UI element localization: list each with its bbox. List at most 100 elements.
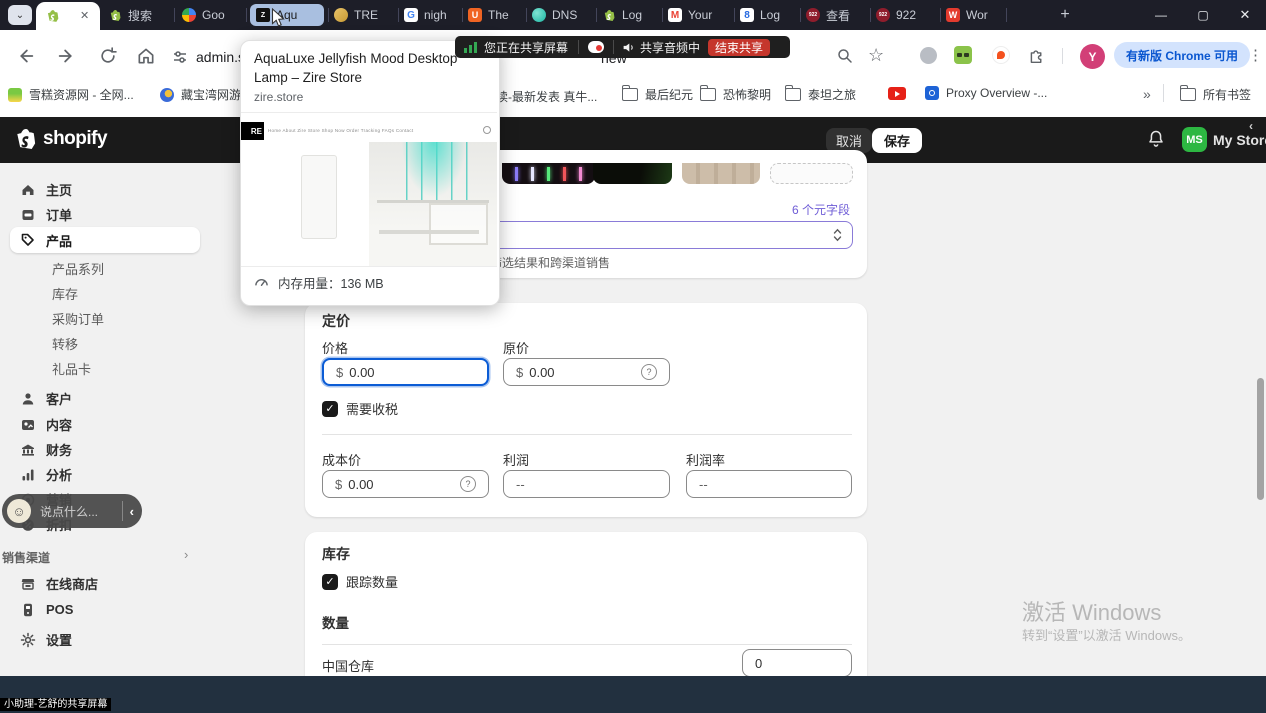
- close-tab-icon[interactable]: ✕: [80, 9, 89, 22]
- tab-shopify-search[interactable]: 搜索: [108, 0, 170, 30]
- sidebar-item-home[interactable]: 主页: [10, 177, 200, 202]
- sidebar-item-customers[interactable]: 客户: [10, 386, 200, 411]
- track-quantity-row[interactable]: ✓ 跟踪数量: [322, 572, 398, 591]
- profit-field[interactable]: --: [503, 470, 670, 498]
- price-input[interactable]: $ 0.00: [322, 358, 489, 386]
- sidebar-item-pos[interactable]: POS: [10, 597, 200, 622]
- compare-price-input[interactable]: $ 0.00 ?: [503, 358, 670, 386]
- cost-input[interactable]: $ 0.00 ?: [322, 470, 489, 498]
- charge-tax-checkbox[interactable]: ✓: [322, 401, 338, 417]
- help-icon[interactable]: ?: [460, 476, 476, 492]
- sidebar-item-collections[interactable]: 产品系列: [10, 256, 200, 280]
- home-icon[interactable]: [136, 46, 156, 66]
- bookmark-folder[interactable]: 恐怖黎明: [700, 86, 771, 103]
- track-quantity-checkbox[interactable]: ✓: [322, 574, 338, 590]
- metafields-link[interactable]: 6 个元字段: [792, 201, 850, 218]
- channels-chevron-icon[interactable]: ›: [184, 547, 188, 562]
- notifications-bell-icon[interactable]: [1146, 129, 1166, 149]
- sidebar-item-settings[interactable]: 设置: [10, 627, 200, 652]
- youtube-icon[interactable]: [888, 87, 906, 100]
- price-label: 价格: [322, 338, 348, 357]
- colorful-favicon-icon: [182, 8, 196, 22]
- bookmark-item[interactable]: 藏宝湾网游: [160, 86, 241, 103]
- search-icon[interactable]: [836, 47, 854, 65]
- window-minimize-button[interactable]: —: [1140, 0, 1182, 30]
- store-avatar[interactable]: MS: [1182, 127, 1207, 152]
- sidebar-item-content[interactable]: 内容: [10, 412, 200, 437]
- vertical-scrollbar-thumb[interactable]: [1257, 378, 1264, 500]
- charge-tax-row[interactable]: ✓ 需要收税: [322, 399, 398, 418]
- help-icon[interactable]: ?: [641, 364, 657, 380]
- browser-menu-kebab-icon[interactable]: ⋮: [1248, 46, 1263, 64]
- quantity-input[interactable]: 0: [742, 649, 852, 677]
- site-info-tune-icon[interactable]: [172, 49, 188, 65]
- bookmark-star-icon[interactable]: ☆: [868, 45, 884, 66]
- forward-icon[interactable]: [56, 45, 78, 67]
- active-tab[interactable]: ✕: [36, 2, 100, 30]
- shopify-logo[interactable]: shopify: [14, 127, 107, 151]
- tab-922[interactable]: 922 922: [876, 0, 936, 30]
- tab-zire-hovered[interactable]: Z Aqu: [250, 4, 324, 26]
- tab-google[interactable]: Goo: [182, 0, 242, 30]
- tab-trendsi[interactable]: TRE: [334, 0, 394, 30]
- sidebar-item-products-active[interactable]: 产品: [10, 227, 200, 253]
- extension-orange-icon[interactable]: [992, 46, 1010, 64]
- tab-label: 查看: [826, 7, 850, 24]
- sidebar-item-transfers[interactable]: 转移: [10, 331, 200, 355]
- tab-list-chevron-button[interactable]: ⌄: [8, 5, 32, 25]
- mouse-cursor: [271, 8, 286, 29]
- select-updown-chevron-icon: [833, 227, 842, 243]
- sidebar-item-gift-cards[interactable]: 礼品卡: [10, 356, 200, 380]
- tab-logo[interactable]: 8 Log: [740, 0, 796, 30]
- chat-collapse-chevron-icon[interactable]: ‹: [130, 504, 134, 519]
- sidebar-item-analytics[interactable]: 分析: [10, 462, 200, 487]
- bookmark-item[interactable]: 雪糕资源网 - 全网...: [8, 86, 134, 103]
- media-thumbnail-beige[interactable]: [682, 163, 760, 184]
- store-name[interactable]: My Store: [1213, 132, 1266, 148]
- bookmarks-overflow-chevron[interactable]: »: [1143, 86, 1151, 102]
- bookmark-folder[interactable]: 泰坦之旅: [785, 86, 856, 103]
- margin-field[interactable]: --: [686, 470, 852, 498]
- window-close-button[interactable]: ✕: [1224, 0, 1266, 30]
- extensions-puzzle-icon[interactable]: [1028, 47, 1045, 64]
- all-bookmarks-folder[interactable]: 所有书签: [1180, 86, 1251, 103]
- tab-label: Your: [688, 8, 712, 22]
- extension-glasses-icon[interactable]: [954, 46, 972, 64]
- tab-the[interactable]: U The: [468, 0, 524, 30]
- bookmark-item[interactable]: Proxy Overview -...: [925, 86, 1047, 100]
- sharing-screen-label: 您正在共享屏幕: [484, 39, 568, 56]
- media-add-tile[interactable]: [770, 163, 853, 184]
- media-thumbnail-dark[interactable]: [593, 163, 672, 184]
- tab-login[interactable]: Log: [602, 0, 660, 30]
- 922-favicon-icon: 922: [806, 8, 820, 22]
- reload-icon[interactable]: [98, 46, 118, 66]
- new-tab-button[interactable]: +: [1050, 0, 1080, 30]
- google-g-favicon-icon: G: [404, 8, 418, 22]
- tab-922-view[interactable]: 922 查看: [806, 0, 866, 30]
- profile-avatar[interactable]: Y: [1080, 44, 1105, 69]
- tab-word[interactable]: W Wor: [946, 0, 1004, 30]
- window-maximize-button[interactable]: ▢: [1182, 0, 1224, 30]
- extension-gray-icon[interactable]: [920, 47, 937, 64]
- media-thumbnail-jellyfish-colors[interactable]: [502, 163, 595, 184]
- save-button[interactable]: 保存: [872, 128, 922, 153]
- orange-u-favicon-icon: U: [468, 8, 482, 22]
- bookmark-item[interactable]: 读-最新发表 真牛...: [496, 88, 597, 105]
- sidebar-item-inventory[interactable]: 库存: [10, 281, 200, 305]
- chat-input-placeholder[interactable]: 说点什么...: [40, 503, 98, 520]
- chat-avatar[interactable]: ☺: [7, 499, 31, 523]
- tab-dns[interactable]: DNS: [532, 0, 594, 30]
- collapse-chevron-icon[interactable]: ‹: [1249, 119, 1253, 133]
- sidebar-item-finance[interactable]: 财务: [10, 437, 200, 462]
- chrome-update-chip[interactable]: 有新版 Chrome 可用: [1114, 42, 1250, 68]
- tab-gmail[interactable]: M Your: [668, 0, 730, 30]
- sidebar-item-purchase-orders[interactable]: 采购订单: [10, 306, 200, 330]
- category-select[interactable]: [480, 221, 853, 249]
- tab-night[interactable]: G nigh: [404, 0, 460, 30]
- bookmark-folder[interactable]: 最后纪元: [622, 86, 693, 103]
- windows-activation-hint: 转到“设置”以激活 Windows。: [1022, 625, 1191, 644]
- sidebar-item-online-store[interactable]: 在线商店: [10, 571, 200, 596]
- sidebar-item-orders[interactable]: 订单: [10, 202, 200, 227]
- back-icon[interactable]: [14, 45, 36, 67]
- stop-sharing-button[interactable]: 结束共享: [708, 39, 770, 56]
